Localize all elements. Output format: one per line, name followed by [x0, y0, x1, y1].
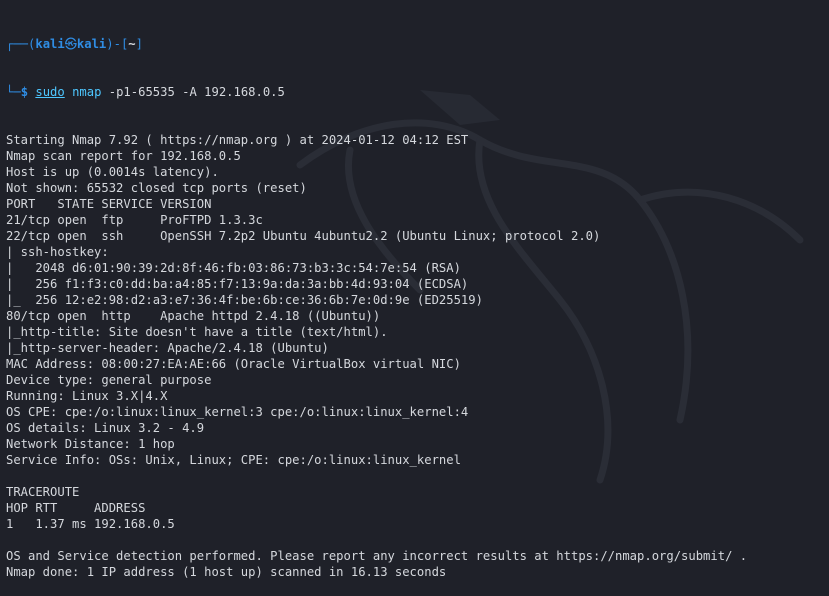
prompt-directory: ~ — [128, 37, 136, 51]
output-line: OS details: Linux 3.2 - 4.9 — [6, 421, 205, 435]
prompt-user: kali — [35, 37, 65, 51]
prompt-host: kali — [76, 37, 107, 51]
prompt-dollar: $ — [20, 85, 36, 99]
prompt-corner-top: ┌──( — [6, 37, 36, 51]
output-line: 1 1.37 ms 192.168.0.5 — [6, 517, 175, 531]
output-line: TRACEROUTE — [6, 485, 80, 499]
command-line[interactable]: └─$ sudo nmap -p1-65535 -A 192.168.0.5 — [6, 84, 825, 100]
output-line: HOP RTT ADDRESS — [6, 501, 146, 515]
output-line: Network Distance: 1 hop — [6, 437, 175, 451]
prompt-bracket-mid: )-[ — [106, 37, 129, 51]
prompt-bracket-end: ] — [135, 37, 143, 51]
command-sudo: sudo — [35, 85, 65, 99]
prompt-corner-bottom: └─ — [6, 85, 21, 99]
output-line: OS and Service detection performed. Plea… — [6, 549, 748, 563]
output-line: Running: Linux 3.X|4.X — [6, 389, 168, 403]
output-line: Device type: general purpose — [6, 373, 212, 387]
output-line: |_ 256 12:e2:98:d2:a3:e7:36:4f:be:6b:ce:… — [6, 293, 483, 307]
output-line: | ssh-hostkey: — [6, 245, 117, 259]
output-line: Host is up (0.0014s latency). — [6, 165, 219, 179]
output-line: 21/tcp open ftp ProFTPD 1.3.3c — [6, 213, 263, 227]
output-line: MAC Address: 08:00:27:EA:AE:66 (Oracle V… — [6, 357, 461, 371]
output-line: | 2048 d6:01:90:39:2d:8f:46:fb:03:86:73:… — [6, 261, 461, 275]
prompt-line-top: ┌──(kali㉿kali)-[~] — [6, 36, 825, 52]
output-line: | 256 f1:f3:c0:dd:ba:a4:85:f7:13:9a:da:3… — [6, 277, 469, 291]
output-line: |_http-server-header: Apache/2.4.18 (Ubu… — [6, 341, 329, 355]
output-line: Service Info: OSs: Unix, Linux; CPE: cpe… — [6, 453, 461, 467]
output-line: 80/tcp open http Apache httpd 2.4.18 ((U… — [6, 309, 381, 323]
output-line: PORT STATE SERVICE VERSION — [6, 197, 212, 211]
command-program: nmap — [64, 85, 102, 99]
command-flags: -p1-65535 -A — [101, 85, 197, 99]
prompt-at-symbol: ㉿ — [64, 37, 77, 51]
output-line: 22/tcp open ssh OpenSSH 7.2p2 Ubuntu 4ub… — [6, 229, 601, 243]
output-line: Starting Nmap 7.92 ( https://nmap.org ) … — [6, 133, 469, 147]
terminal-output[interactable]: ┌──(kali㉿kali)-[~] └─$ sudo nmap -p1-655… — [6, 4, 825, 596]
command-target: 192.168.0.5 — [196, 85, 285, 99]
output-line: |_http-title: Site doesn't have a title … — [6, 325, 388, 339]
output-line: Nmap scan report for 192.168.0.5 — [6, 149, 241, 163]
output-line: OS CPE: cpe:/o:linux:linux_kernel:3 cpe:… — [6, 405, 469, 419]
output-line: Nmap done: 1 IP address (1 host up) scan… — [6, 565, 447, 579]
output-line: Not shown: 65532 closed tcp ports (reset… — [6, 181, 307, 195]
scan-output: Starting Nmap 7.92 ( https://nmap.org ) … — [6, 132, 825, 580]
